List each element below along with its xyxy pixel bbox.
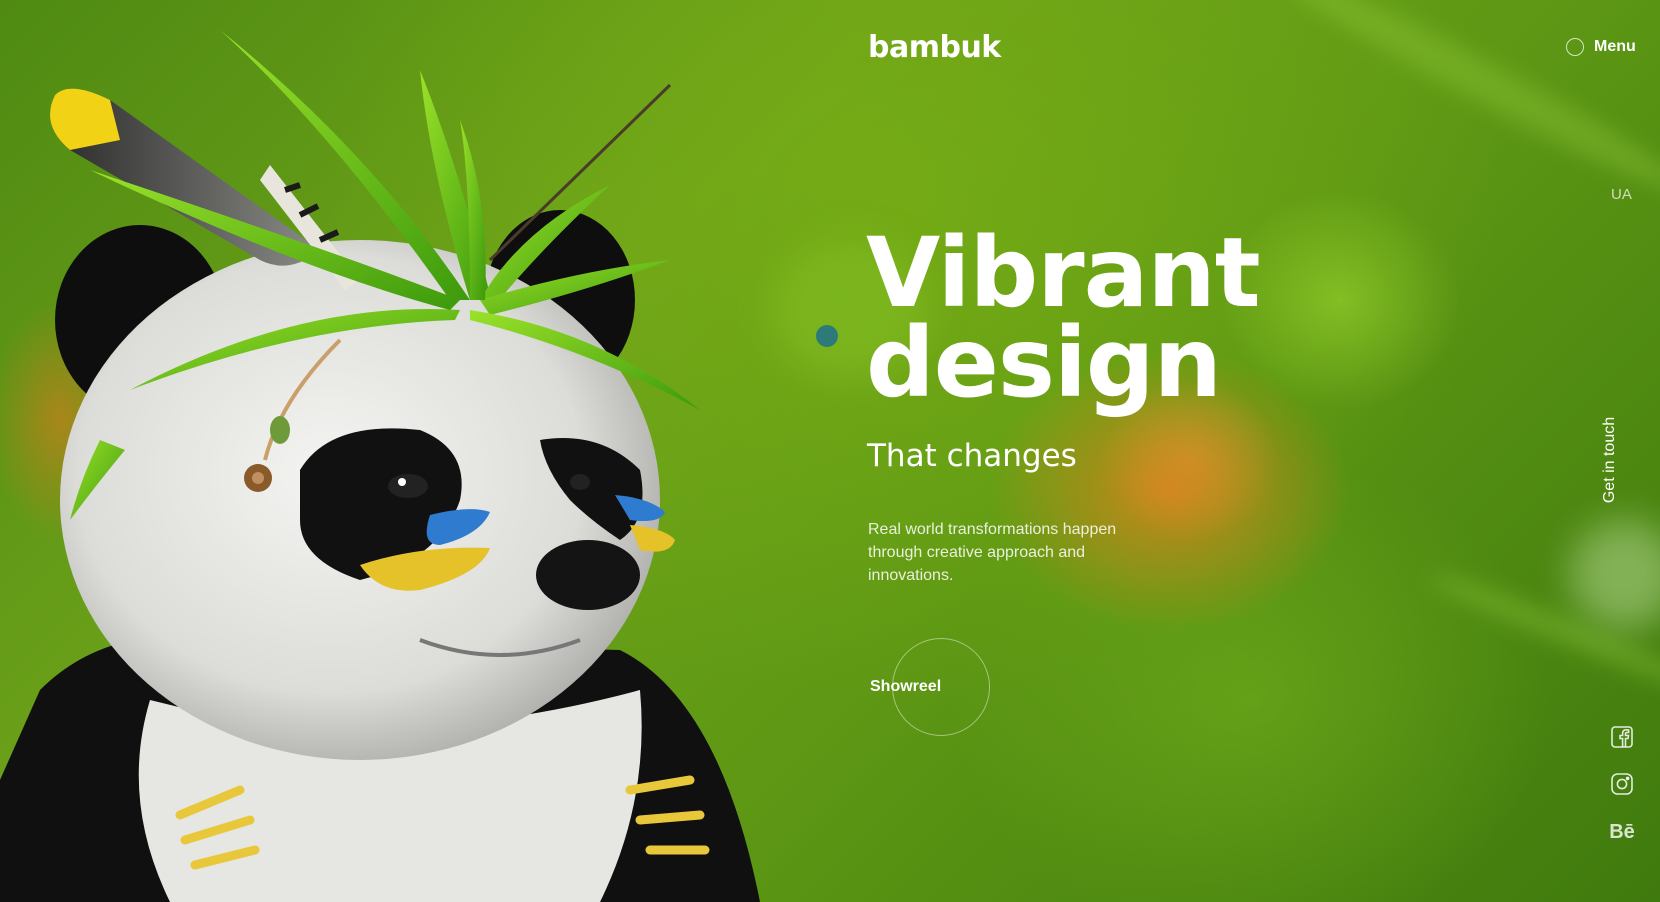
showreel-label: Showreel bbox=[870, 678, 942, 695]
hero-title: Vibrant design bbox=[866, 217, 1261, 419]
hero-title-line-1: Vibrant bbox=[866, 217, 1261, 329]
bokeh-light-1 bbox=[1570, 520, 1660, 630]
menu-circle-icon bbox=[1566, 38, 1584, 56]
hero-title-line-2: design bbox=[866, 307, 1222, 419]
blurred-leaf-1 bbox=[1267, 0, 1660, 206]
behance-icon[interactable]: Bē bbox=[1609, 819, 1635, 845]
brand-logo[interactable]: bambuk bbox=[868, 30, 1001, 65]
menu-button[interactable]: Menu bbox=[1566, 38, 1636, 56]
hero-description: Real world transformations happen throug… bbox=[868, 521, 1117, 584]
get-in-touch-link[interactable]: Get in touch bbox=[1601, 417, 1619, 503]
hero-subtitle: That changes bbox=[867, 438, 1077, 474]
cursor-dot bbox=[816, 325, 838, 347]
panda-illustration bbox=[0, 30, 760, 902]
showreel-button[interactable]: Showreel bbox=[868, 638, 1008, 738]
hero-page: bambuk Menu UA Vibrant design That chang… bbox=[0, 0, 1660, 902]
instagram-icon[interactable] bbox=[1609, 771, 1635, 797]
language-switch[interactable]: UA bbox=[1611, 186, 1632, 203]
menu-label: Menu bbox=[1594, 38, 1636, 55]
facebook-icon[interactable] bbox=[1609, 724, 1635, 750]
